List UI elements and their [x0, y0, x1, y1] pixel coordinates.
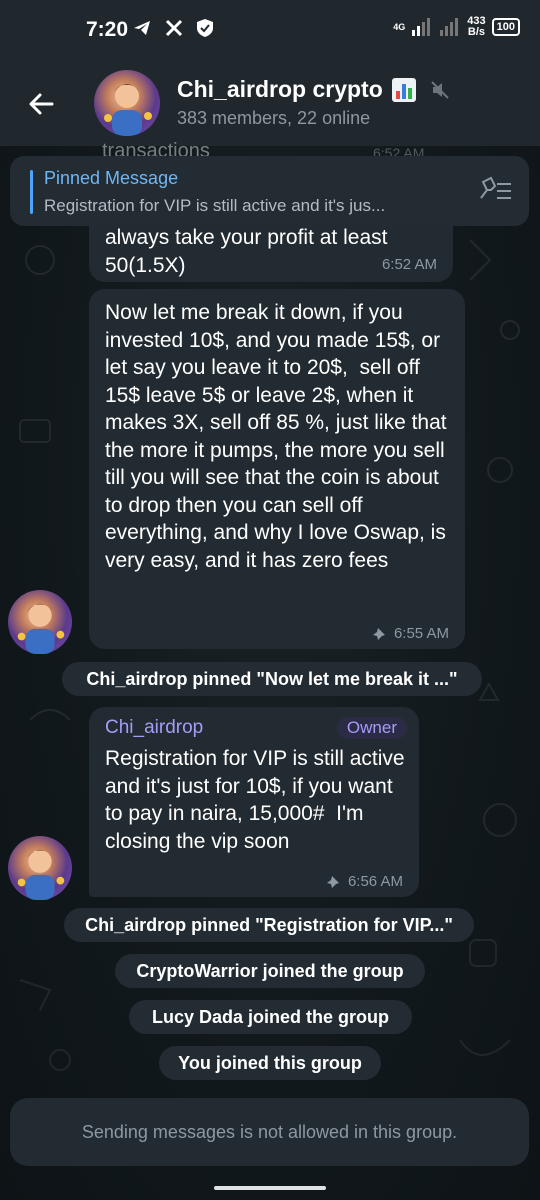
- group-avatar[interactable]: [94, 70, 160, 136]
- signal-icon-2: [440, 18, 459, 36]
- sender-avatar[interactable]: [8, 836, 72, 900]
- service-message[interactable]: Chi_airdrop pinned "Now let me break it …: [62, 662, 482, 696]
- chat-subtitle: 383 members, 22 online: [177, 108, 371, 128]
- pinned-message-bar[interactable]: Pinned Message Registration for VIP is s…: [10, 156, 529, 226]
- status-time: 7:20: [86, 18, 129, 41]
- message-time: 6:55 AM: [372, 625, 449, 642]
- x-icon: [165, 19, 183, 37]
- telegram-icon: [134, 21, 150, 35]
- muted-speaker-icon: [431, 80, 449, 99]
- service-message: CryptoWarrior joined the group: [115, 954, 425, 988]
- chart-emoji-icon: [391, 77, 416, 102]
- sender-avatar[interactable]: [8, 590, 72, 654]
- signal-icon: [412, 18, 431, 36]
- message-text: Now let me break it down, if you investe…: [105, 301, 453, 572]
- chat-title-text: Chi_airdrop crypto: [177, 76, 383, 102]
- avatar-illustration: [104, 84, 152, 136]
- message-time: 6:56 AM: [326, 873, 403, 890]
- pin-icon: [372, 627, 385, 640]
- pinned-preview: Registration for VIP is still active and…: [44, 196, 386, 215]
- service-message[interactable]: Chi_airdrop pinned "Registration for VIP…: [64, 908, 474, 942]
- service-message: Lucy Dada joined the group: [129, 1000, 412, 1034]
- pinned-indicator: [30, 170, 33, 214]
- sender-name[interactable]: Chi_airdrop: [105, 717, 203, 739]
- avatar-illustration: [17, 849, 65, 900]
- message-text: Registration for VIP is still active and…: [105, 747, 411, 853]
- message-time: 6:52 AM: [381, 256, 437, 273]
- status-bar: 7:20 4G 433 B/s 100: [0, 0, 540, 62]
- pin-icon: [326, 875, 339, 888]
- chat-header: Chi_airdrop crypto 383 members, 22 onlin…: [0, 62, 540, 146]
- message-text: always take your profit at least 50(1.5X…: [105, 226, 388, 277]
- gesture-nav-handle[interactable]: [214, 1186, 326, 1190]
- service-message: You joined this group: [159, 1046, 381, 1080]
- pinned-list-icon[interactable]: [477, 176, 513, 206]
- network-speed: 433 B/s: [467, 15, 486, 38]
- network-type: 4G: [393, 22, 406, 32]
- shield-check-icon: [197, 19, 213, 37]
- message-bubble[interactable]: Chi_airdrop Owner Registration for VIP i…: [89, 707, 419, 897]
- chat-title[interactable]: Chi_airdrop crypto: [177, 76, 449, 103]
- avatar-illustration: [17, 603, 65, 654]
- owner-badge: Owner: [336, 717, 407, 739]
- pinned-title: Pinned Message: [44, 168, 179, 188]
- battery-indicator: 100: [491, 18, 520, 36]
- composer-disabled-notice: Sending messages is not allowed in this …: [10, 1098, 529, 1166]
- back-arrow-icon[interactable]: [22, 84, 62, 124]
- message-bubble[interactable]: Now let me break it down, if you investe…: [89, 289, 465, 649]
